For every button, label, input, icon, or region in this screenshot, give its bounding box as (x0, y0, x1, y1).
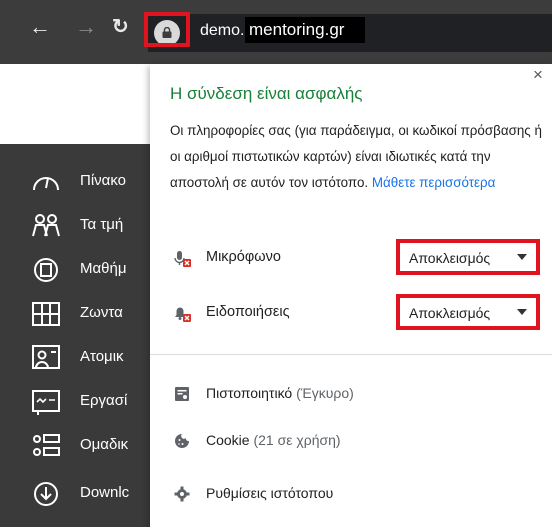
certificate-icon (175, 387, 189, 401)
grid-icon (32, 302, 60, 326)
link-label: Πιστοποιητικό (Έγκυρο) (206, 385, 354, 401)
chevron-down-icon (517, 254, 527, 260)
group-list-icon (33, 434, 60, 456)
person-board-icon (32, 345, 60, 369)
site-settings-link[interactable]: Ρυθμίσεις ιστότοπου (150, 474, 552, 514)
sidebar-item-label: Downlc (80, 484, 130, 501)
permission-value: Αποκλεισμός (409, 250, 491, 266)
sidebar-item-live[interactable]: Ζωντα (0, 294, 160, 334)
dashboard-icon (33, 177, 59, 191)
back-arrow-icon[interactable]: ← (29, 16, 51, 38)
people-icon (32, 214, 60, 237)
sidebar-item-label: Ομαδικ (80, 436, 129, 453)
forward-arrow-icon[interactable]: → (75, 16, 97, 38)
link-label: Cookie (21 σε χρήση) (206, 432, 341, 448)
download-icon (34, 482, 58, 506)
site-settings-label: Ρυθμίσεις ιστότοπου (206, 485, 334, 501)
cookie-icon (175, 434, 189, 448)
permission-label: Ειδοποιήσεις (206, 304, 290, 320)
lock-highlight-box (144, 12, 190, 47)
sidebar-item-label: Ατομικ (80, 348, 124, 365)
sidebar-item-label: Ζωντα (80, 304, 123, 321)
microphone-permission-select[interactable]: Αποκλεισμός (396, 239, 540, 275)
board-icon (32, 390, 60, 415)
certificate-label: Πιστοποιητικό (206, 385, 293, 401)
sidebar-item-assignments[interactable]: Εργασί (0, 382, 160, 422)
sidebar-item-label: Μαθήμ (80, 260, 127, 277)
connection-description: Οι πληροφορίες σας (για παράδειγμα, οι κ… (170, 118, 542, 196)
permission-row-microphone: Μικρόφωνο Αποκλεισμός (150, 238, 552, 278)
sidebar-item-downloads[interactable]: Downlc (0, 474, 160, 514)
url-prefix: demo. (200, 22, 245, 39)
microphone-blocked-icon (174, 251, 191, 267)
url-domain: mentoring.gr (245, 17, 365, 43)
sidebar-item-groups[interactable]: Ομαδικ (0, 426, 160, 466)
bell-blocked-icon (175, 307, 191, 322)
permission-label: Μικρόφωνο (206, 249, 281, 265)
learn-more-link[interactable]: Μάθετε περισσότερα (372, 175, 496, 190)
sidebar-item-classes[interactable]: Τα τμή (0, 206, 160, 246)
site-info-popup: × Η σύνδεση είναι ασφαλής Οι πληροφορίες… (150, 64, 552, 527)
gear-icon (174, 486, 190, 502)
sidebar-item-dashboard[interactable]: Πίνακο (0, 162, 160, 202)
browser-toolbar: ← → ↻ demo. mentoring.gr (0, 0, 552, 64)
connection-secure-title: Η σύνδεση είναι ασφαλής (170, 84, 363, 103)
certificate-link[interactable]: Πιστοποιητικό (Έγκυρο) (150, 374, 552, 414)
cookies-link[interactable]: Cookie (21 σε χρήση) (150, 421, 552, 461)
close-icon[interactable]: × (533, 65, 543, 85)
cookie-label: Cookie (206, 432, 250, 448)
lesson-icon (34, 258, 58, 282)
app-sidebar: Πίνακο Τα τμή Μαθήμ Ζωντα Ατομικ Εργασί … (0, 144, 160, 527)
sidebar-item-label: Πίνακο (80, 172, 126, 189)
notifications-permission-select[interactable]: Αποκλεισμός (396, 294, 540, 330)
sidebar-item-individual[interactable]: Ατομικ (0, 338, 160, 378)
sidebar-item-label: Τα τμή (80, 216, 124, 233)
sidebar-item-label: Εργασί (80, 392, 128, 409)
permission-row-notifications: Ειδοποιήσεις Αποκλεισμός (150, 293, 552, 333)
chevron-down-icon (517, 309, 527, 315)
permission-value: Αποκλεισμός (409, 305, 491, 321)
divider (150, 354, 552, 355)
certificate-status: (Έγκυρο) (296, 385, 354, 401)
sidebar-item-lessons[interactable]: Μαθήμ (0, 250, 160, 290)
reload-icon[interactable]: ↻ (112, 16, 129, 38)
cookie-count: (21 σε χρήση) (253, 432, 341, 448)
